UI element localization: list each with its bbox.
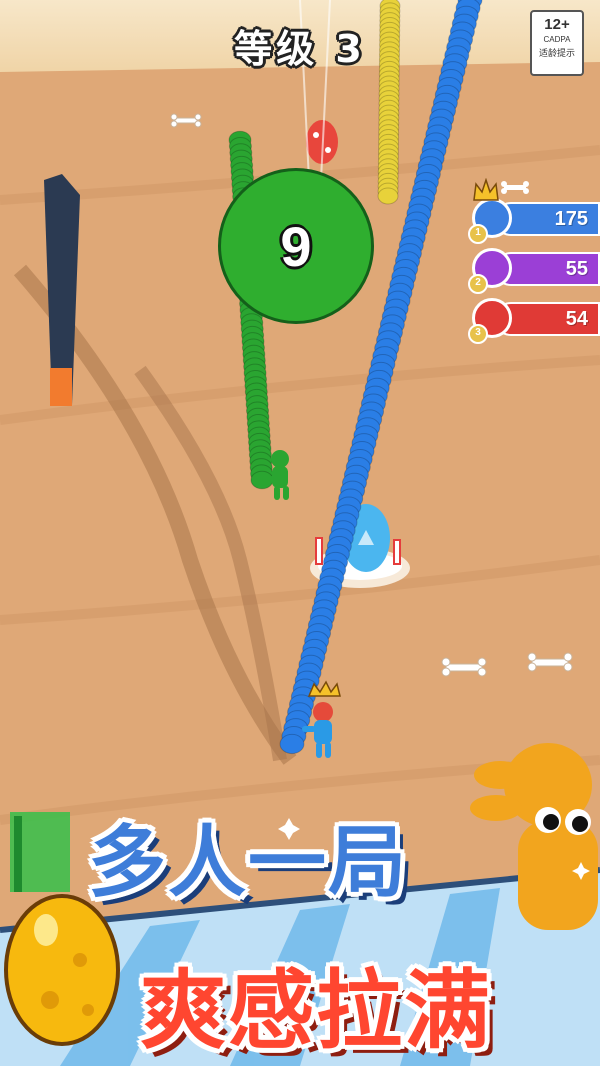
leaderboard-entry: 54 3 — [468, 298, 600, 344]
leaderboard-rank: 1 — [468, 224, 488, 244]
age-rating-org: CADPA — [543, 35, 571, 44]
leaderboard-entry: 175 1 — [468, 198, 600, 244]
leader-crown-icon — [473, 178, 499, 201]
golden-egg-icon — [4, 894, 120, 1046]
age-rating-note: 适龄提示 — [538, 48, 575, 58]
chain-segment — [279, 733, 305, 755]
level-label: 等级 3 — [234, 27, 366, 71]
leaderboard-entry: 55 2 — [468, 248, 600, 294]
countdown-value: 9 — [280, 214, 312, 278]
leaderboard-rank: 2 — [468, 274, 488, 294]
age-rating-badge: 12+ CADPA 适龄提示 — [530, 10, 584, 76]
leaderboard-rank: 3 — [468, 324, 488, 344]
power-fill — [50, 368, 72, 406]
promo-subtitle: 爽感拉满 — [140, 963, 492, 1059]
countdown-timer: 9 — [218, 168, 374, 324]
age-rating-value: 12+ — [544, 16, 570, 33]
promo-title: 多人一局 — [88, 818, 409, 906]
chain-segment — [377, 187, 399, 205]
